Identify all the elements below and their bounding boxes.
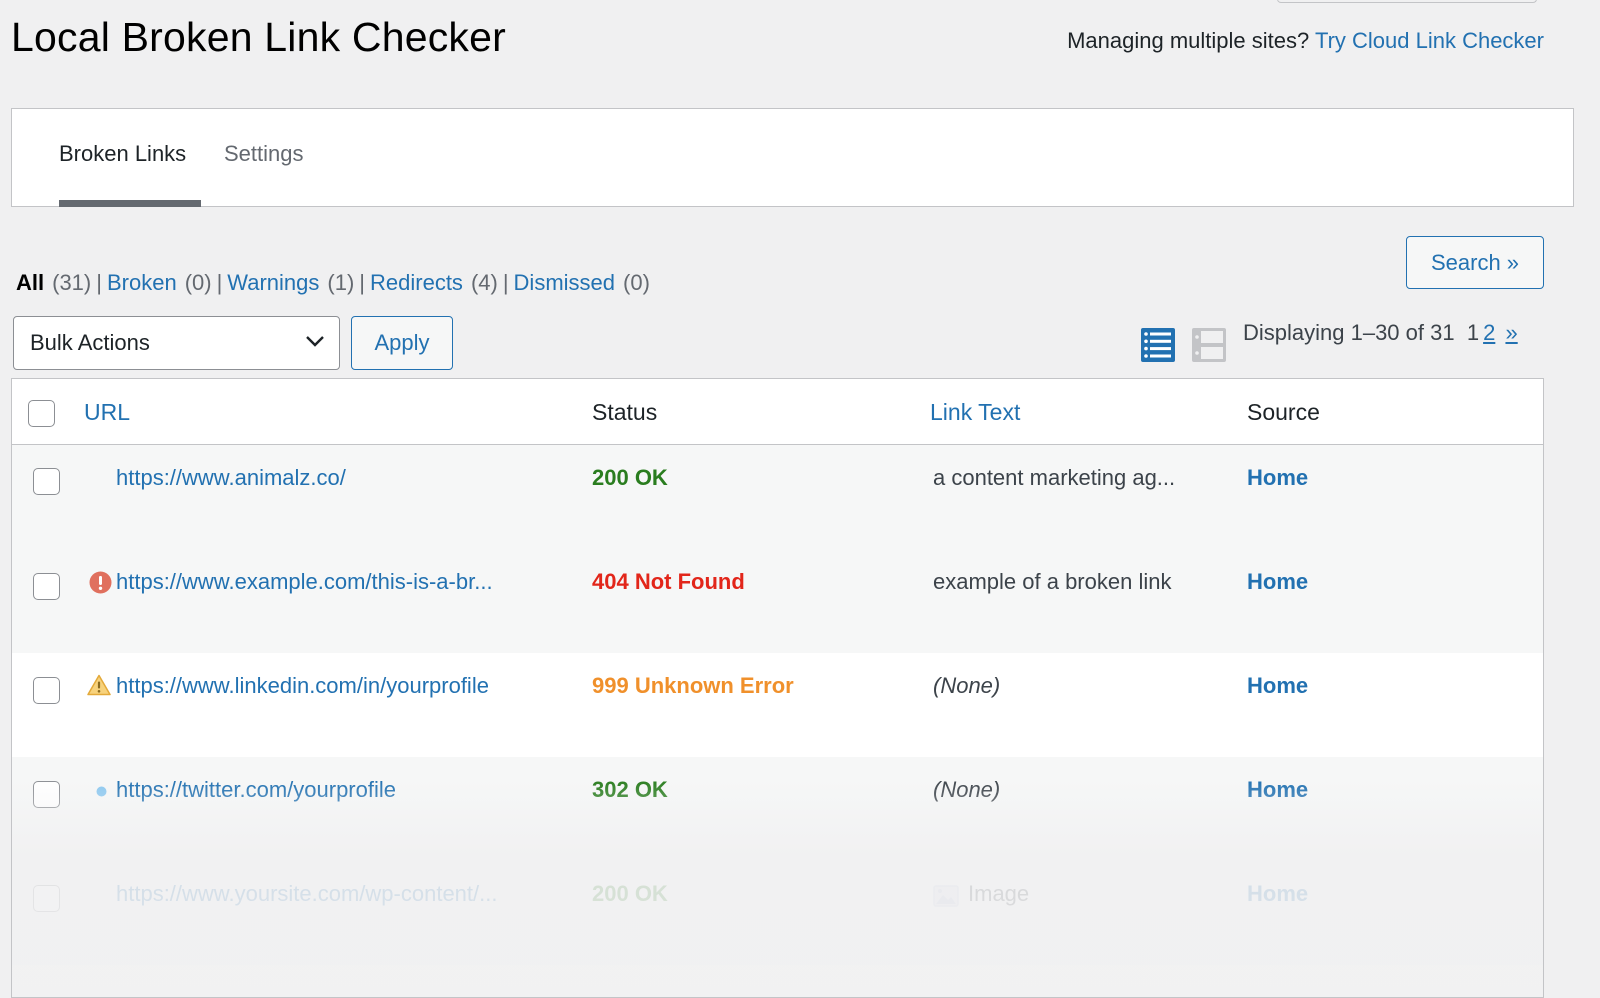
row-link-text: (None) [933,777,1001,802]
promo-banner: Managing multiple sites? Try Cloud Link … [1067,28,1544,54]
row-source[interactable]: Home [1247,777,1308,803]
tab-settings[interactable]: Settings [224,141,304,167]
row-source[interactable]: Home [1247,881,1308,907]
row-checkbox[interactable] [33,573,60,600]
column-link-text[interactable]: Link Text [930,399,1020,426]
bulk-actions-selected: Bulk Actions [30,330,150,355]
current-page: 1 [1466,320,1480,345]
filter-dismissed[interactable]: Dismissed [514,270,615,295]
row-checkbox[interactable] [33,885,60,912]
redirect-dot-icon [96,786,107,797]
row-source[interactable]: Home [1247,673,1308,699]
table-row: https://www.linkedin.com/in/yourprofile … [12,653,1543,757]
active-tab-indicator [59,200,201,207]
filter-redirects[interactable]: Redirects [370,270,463,295]
image-icon [933,885,959,907]
row-url[interactable]: https://twitter.com/yourprofile [116,777,396,803]
filter-separator: | [359,270,366,295]
row-url[interactable]: https://www.linkedin.com/in/yourprofile [116,673,489,699]
filter-all-count: (31) [52,270,92,295]
warning-icon [87,674,111,696]
chevron-down-icon [306,336,324,347]
row-source[interactable]: Home [1247,465,1308,491]
tab-broken-links[interactable]: Broken Links [59,141,186,167]
tabs-panel: Broken Links Settings [11,108,1574,207]
filter-warnings-count: (1) [327,270,355,295]
table-row: https://www.yoursite.com/wp-content/... … [12,861,1543,965]
row-url[interactable]: https://www.example.com/this-is-a-br... [116,569,493,595]
column-url[interactable]: URL [84,399,130,426]
page-2-link[interactable]: 2 [1483,320,1495,345]
promo-text: Managing multiple sites? [1067,28,1310,53]
select-all-checkbox[interactable] [28,400,55,427]
filter-broken-count: (0) [184,270,212,295]
filter-dismissed-count: (0) [623,270,650,295]
bulk-actions-select[interactable]: Bulk Actions [13,316,340,370]
row-url[interactable]: https://www.animalz.co/ [116,465,346,491]
filter-separator: | [502,270,509,295]
row-status: 200 OK [592,465,668,490]
table-row: https://twitter.com/yourprofile 302 OK (… [12,757,1543,861]
row-checkbox[interactable] [33,781,60,808]
excerpt-view-icon[interactable] [1192,328,1226,362]
filter-redirects-count: (4) [470,270,498,295]
row-link-text: example of a broken link [933,569,1172,594]
table-row: https://www.example.com/this-is-a-br... … [12,549,1543,653]
filter-all[interactable]: All [16,270,44,295]
column-status: Status [592,399,658,425]
row-checkbox[interactable] [33,468,60,495]
row-status: 404 Not Found [592,569,745,594]
list-view-icon[interactable] [1141,328,1175,362]
links-table: URL Status Link Text Source https://www.… [11,378,1544,998]
next-page-link[interactable]: » [1505,320,1517,345]
pagination: Displaying 1–30 of 31 12 » [1243,320,1518,346]
top-input-edge [1277,0,1537,3]
page-title: Local Broken Link Checker [11,14,506,60]
filter-separator: | [216,270,223,295]
row-url[interactable]: https://www.yoursite.com/wp-content/... [116,881,497,907]
cloud-link-checker-link[interactable]: Try Cloud Link Checker [1315,28,1544,53]
row-checkbox[interactable] [33,677,60,704]
column-source: Source [1247,399,1320,425]
row-status: 999 Unknown Error [592,673,794,698]
row-source[interactable]: Home [1247,569,1308,595]
filter-warnings[interactable]: Warnings [227,270,319,295]
status-filters: All (31) | Broken (0) | Warnings (1) | Redirects(… [16,270,650,296]
filter-broken[interactable]: Broken [107,270,177,295]
row-status: 302 OK [592,777,668,802]
row-link-text: a content marketing ag... [933,465,1176,490]
table-header: URL Status Link Text Source [12,379,1543,445]
error-icon [89,571,112,594]
row-link-text: Image [968,881,1030,906]
filter-separator: | [96,270,102,295]
row-link-text: (None) [933,673,1001,698]
table-row: https://www.animalz.co/ 200 OK a content… [12,445,1543,549]
apply-button[interactable]: Apply [351,316,453,370]
displaying-count: Displaying 1–30 of 31 [1243,320,1455,345]
search-button[interactable]: Search » [1406,236,1544,289]
row-status: 200 OK [592,881,668,906]
